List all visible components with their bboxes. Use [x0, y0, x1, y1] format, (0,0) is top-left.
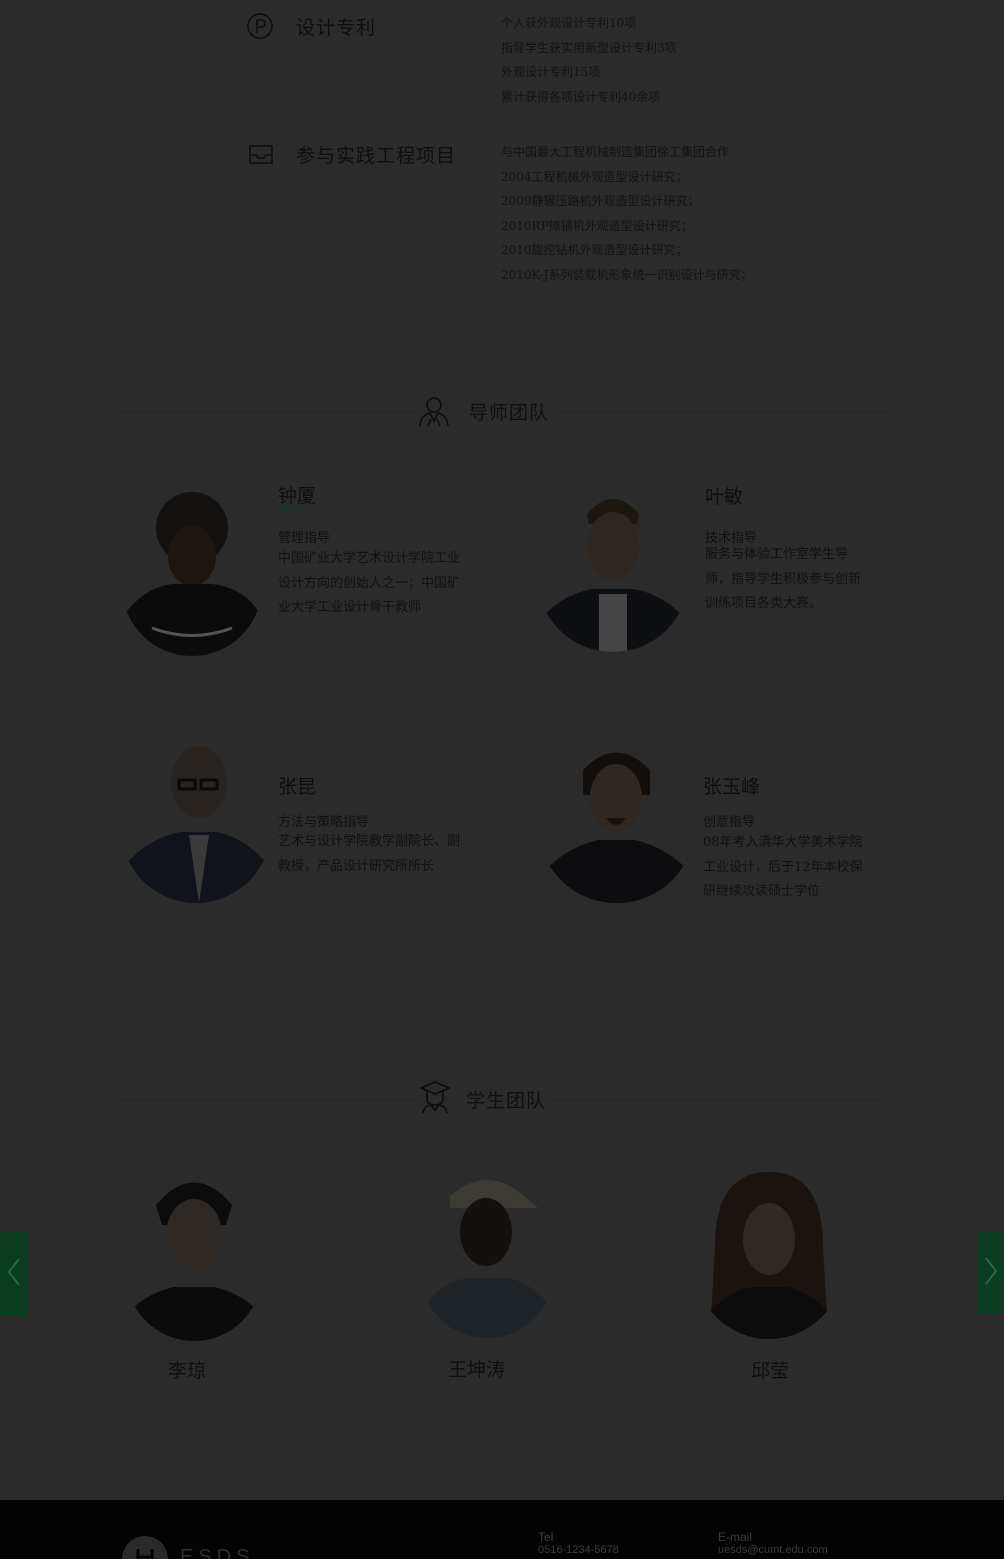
- section-divider-right: [555, 411, 886, 412]
- mentor-desc: 服务与体验工作室学生导师，指导学生积极参与创新训练项目各类大赛。: [705, 547, 862, 611]
- footer: ESDS Tel 0516-1234-5678 E-mail uesds@cum…: [0, 1500, 1004, 1559]
- footer-tel-value: 0516-1234-5678: [538, 1544, 619, 1556]
- chevron-left-icon: [7, 1257, 21, 1291]
- name-underline: [278, 799, 302, 800]
- section-divider-left: [121, 411, 415, 412]
- achievement-line: 2010旋挖钻机外观造型设计研究；: [501, 243, 688, 257]
- achievement-line: 外观设计专利15项: [501, 65, 601, 79]
- student-name[interactable]: 王坤涛: [448, 1355, 505, 1382]
- name-underline: [705, 799, 729, 800]
- mentor-name: 张玉峰: [703, 777, 761, 798]
- section-title-mentors: 导师团队: [469, 403, 550, 424]
- mentor-desc: 艺术与设计学院教学副院长、副教授，产品设计研究所所长: [278, 834, 461, 874]
- achievement-line: 2009静辗压路机外观造型设计研究；: [501, 194, 700, 208]
- section-divider-left: [121, 1099, 415, 1100]
- achievement-underline: [296, 37, 336, 38]
- mentor-name: 张昆: [278, 777, 317, 798]
- inbox-tray-icon: [247, 141, 275, 171]
- avatar[interactable]: [420, 1166, 554, 1338]
- avatar[interactable]: [126, 1165, 262, 1341]
- achievement-line: 2010K-J系列装载机形象统一识别设计与研究；: [501, 268, 753, 282]
- achievement-line: 2010RP摊铺机外观造型设计研究；: [501, 219, 693, 233]
- mentor-name: 叶敏: [705, 487, 744, 508]
- avatar[interactable]: [695, 1167, 843, 1339]
- logo-text: ESDS: [180, 1546, 255, 1559]
- avatar: [122, 488, 262, 656]
- mentor-role: 管理指导: [278, 531, 331, 546]
- section-title-students: 学生团队: [466, 1091, 547, 1112]
- mentor-desc: 08年考入清华大学美术学院工业设计，后于12年本校保研继续攻读硕士学位: [703, 835, 863, 899]
- name-underline: [168, 1381, 206, 1382]
- achievement-underline: [296, 165, 336, 166]
- achievement-title-projects: 参与实践工程项目: [296, 146, 457, 167]
- graduate-icon: [418, 1080, 452, 1118]
- avatar: [538, 740, 695, 903]
- patent-icon: [247, 12, 275, 44]
- section-divider-right: [554, 1099, 883, 1100]
- mentor-role: 创意指导: [703, 815, 756, 830]
- name-underline: [705, 509, 729, 510]
- mentor-name: 钟厦: [278, 486, 317, 507]
- achievement-line: 累计获得各项设计专利40余项: [501, 90, 661, 104]
- avatar: [537, 484, 689, 652]
- footer-email-value[interactable]: uesds@cumt.edu.com: [718, 1544, 828, 1556]
- achievement-line: 指导学生获实用新型设计专利3项: [501, 41, 677, 55]
- person-group-icon: [417, 395, 451, 431]
- achievement-line: 2004工程机械外观造型设计研究；: [501, 170, 688, 184]
- avatar: [121, 740, 271, 903]
- achievement-title-patent: 设计专利: [296, 18, 377, 39]
- name-underline: [449, 1381, 508, 1382]
- mentor-role: 方法与策略指导: [278, 815, 370, 830]
- logo-icon: [121, 1535, 169, 1559]
- achievement-line: 与中国最大工程机械制造集团徐工集团合作: [501, 145, 730, 159]
- footer-email-label: E-mail: [718, 1530, 753, 1544]
- carousel-next-button[interactable]: [977, 1231, 1004, 1314]
- name-underline: [752, 1381, 790, 1382]
- carousel-prev-button[interactable]: [0, 1232, 27, 1315]
- name-underline: [278, 508, 302, 509]
- mentor-desc: 中国矿业大学艺术设计学院工业设计方向的创始人之一；中国矿业大学工业设计骨干教师: [278, 551, 461, 615]
- student-name[interactable]: 李琼: [168, 1356, 206, 1383]
- student-name[interactable]: 邱莹: [751, 1356, 789, 1383]
- achievement-line: 个人获外观设计专利10项: [501, 16, 637, 30]
- chevron-right-icon: [984, 1256, 998, 1290]
- footer-tel-label: Tel: [538, 1530, 554, 1544]
